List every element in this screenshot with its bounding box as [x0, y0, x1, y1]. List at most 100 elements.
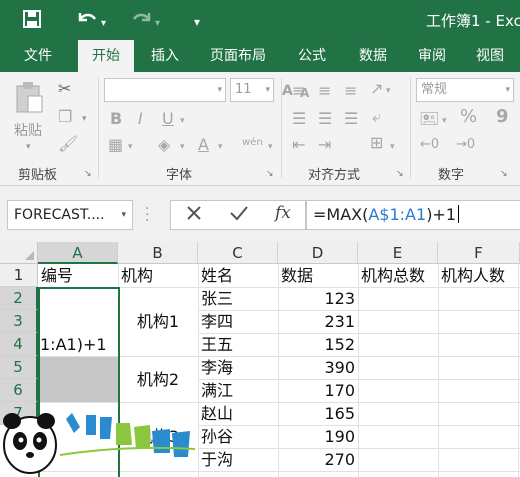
fill-color-dropdown-icon[interactable]: ▾: [180, 138, 185, 156]
select-all-button[interactable]: [0, 242, 38, 264]
align-bottom-icon[interactable]: ≡: [344, 82, 357, 100]
number-launcher-icon[interactable]: ↘: [500, 169, 508, 179]
currency-dropdown-icon[interactable]: ▾: [442, 112, 447, 130]
underline-button[interactable]: U: [162, 110, 174, 128]
close-icon[interactable]: [185, 204, 203, 227]
cell-c3[interactable]: 李四: [198, 311, 236, 333]
cell-b1[interactable]: 机构: [118, 265, 156, 287]
increase-decimal-icon[interactable]: ←0: [420, 136, 439, 154]
tab-formulas[interactable]: 公式: [288, 40, 336, 72]
cut-icon[interactable]: ✂: [58, 80, 71, 98]
increase-indent-icon[interactable]: ⇥: [318, 136, 331, 154]
borders-dropdown-icon[interactable]: ▾: [128, 138, 133, 156]
decrease-indent-icon[interactable]: ⇤: [292, 136, 305, 154]
font-launcher-icon[interactable]: ↘: [266, 169, 274, 179]
cell-c2[interactable]: 张三: [198, 288, 236, 310]
cell-d4[interactable]: 152: [278, 334, 358, 356]
merge-center-icon[interactable]: ⊞: [370, 134, 383, 152]
clipboard-launcher-icon[interactable]: ↘: [84, 169, 92, 179]
row-header-3[interactable]: 3: [0, 310, 38, 333]
phonetic-dropdown-icon[interactable]: ▾: [268, 138, 273, 156]
column-header-c[interactable]: C: [198, 242, 278, 264]
align-right-icon[interactable]: ☰: [344, 110, 358, 128]
tab-home[interactable]: 开始: [78, 40, 134, 72]
column-header-e[interactable]: E: [358, 242, 438, 264]
cell-b5-institution[interactable]: 机构2: [118, 357, 198, 402]
cell-d5[interactable]: 390: [278, 357, 358, 379]
row-header-5[interactable]: 5: [0, 356, 38, 379]
cell-c1[interactable]: 姓名: [198, 265, 236, 287]
decrease-decimal-icon[interactable]: →0: [456, 136, 475, 154]
row-header-2[interactable]: 2: [0, 287, 38, 310]
underline-dropdown-icon[interactable]: ▾: [180, 112, 185, 130]
fill-color-icon[interactable]: ◈: [158, 136, 170, 154]
phonetic-guide-icon[interactable]: wén: [242, 134, 263, 152]
cell-d8[interactable]: 190: [278, 426, 358, 448]
column-header-f[interactable]: F: [438, 242, 520, 264]
copy-icon[interactable]: ❐: [58, 108, 72, 126]
tab-review[interactable]: 审阅: [408, 40, 456, 72]
tab-insert[interactable]: 插入: [138, 40, 192, 72]
redo-dropdown-icon[interactable]: ▾: [155, 13, 160, 35]
save-icon[interactable]: [22, 9, 42, 35]
row-header-4[interactable]: 4: [0, 333, 38, 356]
cell-d6[interactable]: 170: [278, 380, 358, 402]
name-box[interactable]: FORECAST.... ▾: [7, 200, 133, 230]
paste-icon[interactable]: [14, 80, 44, 118]
formula-input[interactable]: =MAX(A$1:A1)+1: [306, 200, 520, 230]
align-top-icon[interactable]: ≡: [292, 82, 305, 100]
cell-c4[interactable]: 王五: [198, 334, 236, 356]
cell-d2[interactable]: 123: [278, 288, 358, 310]
insert-function-button[interactable]: fx: [275, 203, 291, 223]
cell-d3[interactable]: 231: [278, 311, 358, 333]
cell-b2-institution[interactable]: 机构1: [118, 288, 198, 356]
currency-icon[interactable]: 🖭: [420, 110, 439, 128]
number-format-combo[interactable]: 常规 ▾: [416, 78, 514, 102]
orientation-dropdown-icon[interactable]: ▾: [386, 82, 391, 100]
tab-view[interactable]: 视图: [466, 40, 514, 72]
cell-d9[interactable]: 270: [278, 449, 358, 471]
column-header-d[interactable]: D: [278, 242, 358, 264]
borders-icon[interactable]: ▦: [108, 136, 123, 154]
row-header-6[interactable]: 6: [0, 379, 38, 402]
row-header-1[interactable]: 1: [0, 264, 38, 287]
cell-c8[interactable]: 孙谷: [198, 426, 236, 448]
align-center-icon[interactable]: ☰: [318, 110, 332, 128]
bold-button[interactable]: B: [110, 110, 122, 128]
cell-e1[interactable]: 机构总数: [358, 265, 438, 287]
copy-dropdown-icon[interactable]: ▾: [82, 110, 87, 128]
cell-c6[interactable]: 满江: [198, 380, 236, 402]
tab-page-layout[interactable]: 页面布局: [200, 40, 276, 72]
paste-dropdown-icon[interactable]: ▾: [26, 142, 31, 152]
customize-qat-icon[interactable]: ▾: [194, 11, 200, 33]
alignment-launcher-icon[interactable]: ↘: [396, 169, 404, 179]
cell-a1[interactable]: 编号: [38, 265, 76, 287]
orientation-icon[interactable]: ↗: [370, 80, 383, 98]
undo-icon[interactable]: [76, 9, 98, 35]
align-left-icon[interactable]: ☰: [292, 110, 306, 128]
cell-f1[interactable]: 机构人数: [438, 265, 508, 287]
redo-icon[interactable]: [131, 9, 153, 35]
font-color-icon[interactable]: A: [198, 136, 209, 154]
check-icon[interactable]: [229, 204, 249, 227]
tab-data[interactable]: 数据: [346, 40, 400, 72]
percent-button[interactable]: %: [460, 108, 477, 126]
merge-dropdown-icon[interactable]: ▾: [390, 138, 395, 156]
format-painter-icon[interactable]: 🖌: [58, 135, 78, 153]
column-header-a[interactable]: A: [38, 242, 118, 264]
cell-c5[interactable]: 李海: [198, 357, 236, 379]
tab-file[interactable]: 文件: [12, 40, 64, 72]
resize-handle-icon[interactable]: · · ·: [145, 202, 149, 228]
italic-button[interactable]: I: [138, 110, 143, 128]
comma-style-button[interactable]: 9: [496, 108, 509, 126]
font-name-combo[interactable]: ▾: [104, 78, 226, 102]
align-middle-icon[interactable]: ≡: [318, 82, 331, 100]
cell-d1[interactable]: 数据: [278, 265, 316, 287]
column-header-b[interactable]: B: [118, 242, 198, 264]
font-color-dropdown-icon[interactable]: ▾: [218, 138, 223, 156]
cell-c9[interactable]: 于沟: [198, 449, 236, 471]
cell-a2-editing-text[interactable]: 1:A1)+1: [38, 334, 110, 356]
wrap-text-icon[interactable]: ⤶: [372, 108, 381, 126]
font-size-combo[interactable]: 11 ▾: [230, 78, 274, 102]
paste-label[interactable]: 粘贴: [14, 120, 42, 140]
